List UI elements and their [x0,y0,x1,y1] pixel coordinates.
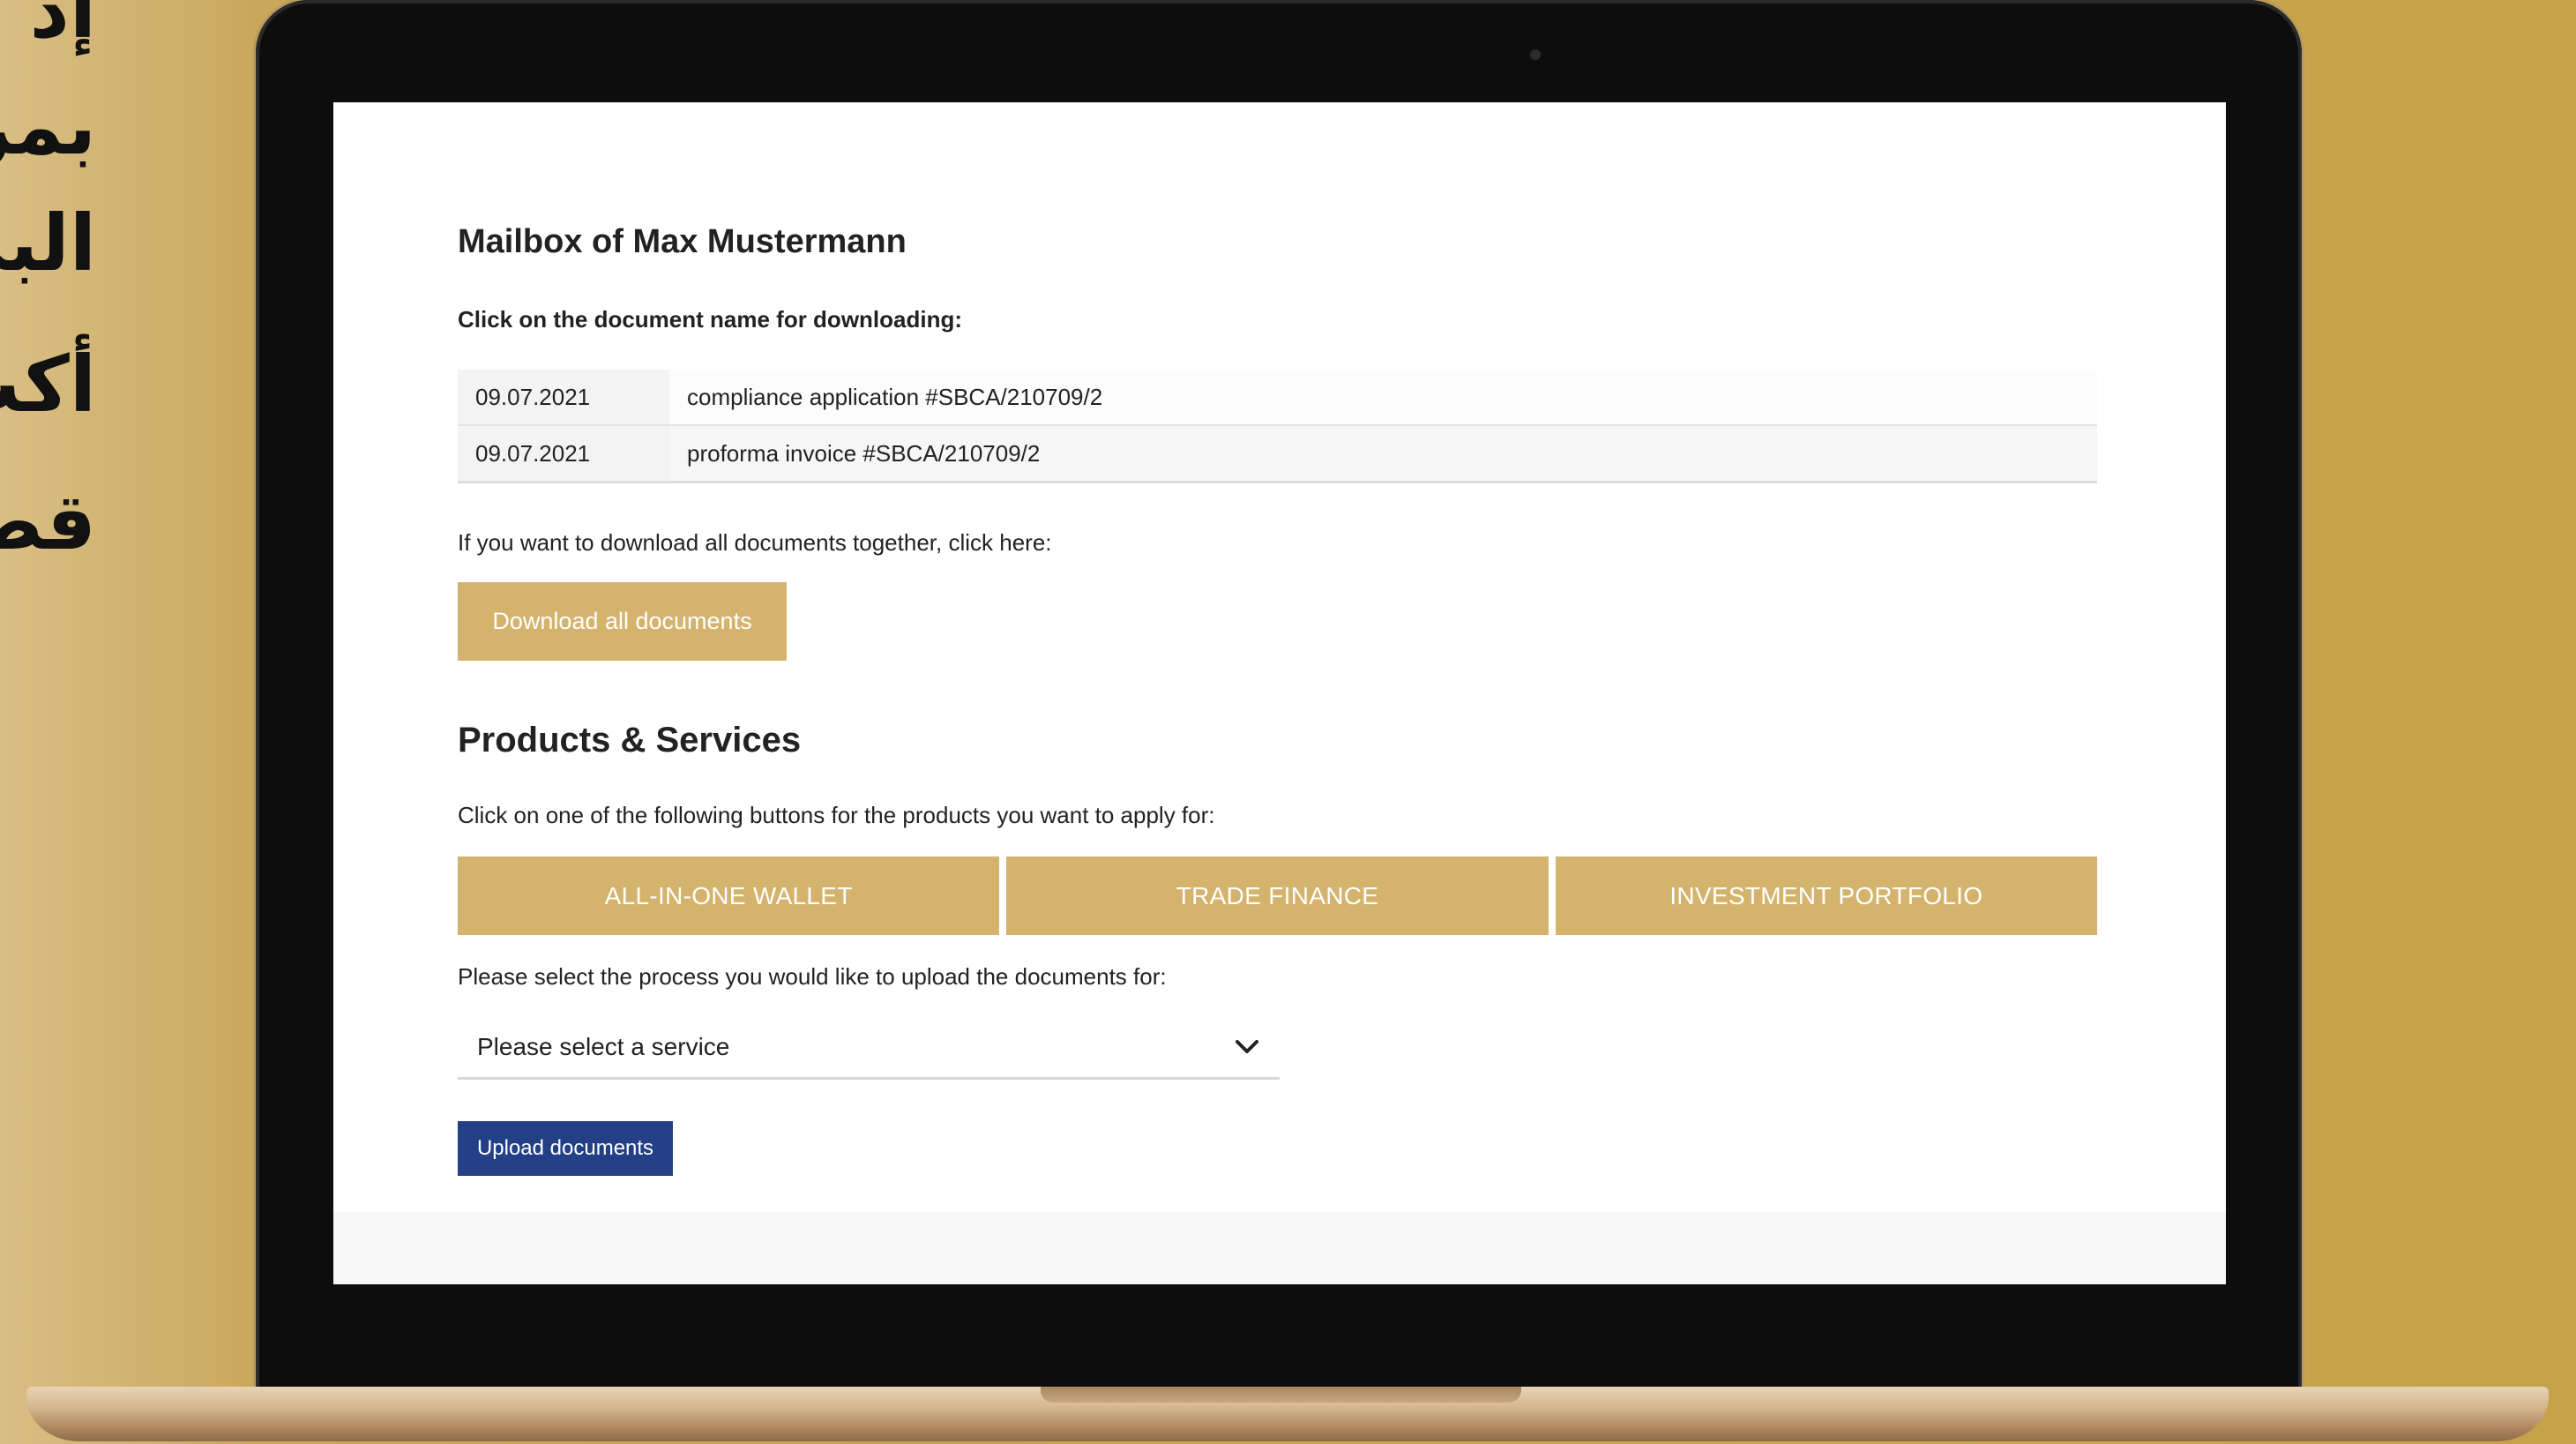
investment-portfolio-button[interactable]: INVESTMENT PORTFOLIO [1555,857,2097,935]
product-button-group: ALL-IN-ONE WALLET TRADE FINANCE INVESTME… [458,857,2097,935]
all-in-one-wallet-button[interactable]: ALL-IN-ONE WALLET [458,857,1000,935]
side-text-line-5: قص [0,476,96,567]
documents-table: 09.07.2021 compliance application #SBCA/… [458,370,2097,483]
side-text-line-3: البن [0,198,96,288]
download-instruction: Click on the document name for downloadi… [458,306,963,333]
download-all-button[interactable]: Download all documents [458,582,787,661]
chevron-down-icon [1236,1039,1258,1053]
upload-instruction: Please select the process you would like… [458,963,1167,990]
laptop-hinge-notch [1041,1387,1521,1403]
side-marketing-text: إد بمر البن أكث قص [0,0,132,617]
camera-icon [1530,49,1541,60]
side-text-line-2: بمر [0,81,96,172]
products-title: Products & Services [458,721,802,759]
document-date: 09.07.2021 [458,370,669,424]
page-footer [333,1212,2226,1284]
service-select-value: Please select a service [477,1032,730,1060]
laptop-screen: Mailbox of Max Mustermann Click on the d… [333,102,2226,1284]
service-select[interactable]: Please select a service [458,1016,1280,1080]
mailbox-title: Mailbox of Max Mustermann [458,223,907,260]
document-row[interactable]: 09.07.2021 proforma invoice #SBCA/210709… [458,426,2097,483]
document-link[interactable]: proforma invoice #SBCA/210709/2 [669,440,1040,468]
side-text-line-1: إد [29,0,96,56]
download-all-instruction: If you want to download all documents to… [458,529,1052,556]
upload-documents-button[interactable]: Upload documents [458,1121,673,1176]
trade-finance-button[interactable]: TRADE FINANCE [1006,857,1549,935]
products-instruction: Click on one of the following buttons fo… [458,802,1215,828]
document-date: 09.07.2021 [458,426,669,481]
side-text-line-4: أكث [0,339,96,430]
document-row[interactable]: 09.07.2021 compliance application #SBCA/… [458,370,2097,426]
document-link[interactable]: compliance application #SBCA/210709/2 [669,384,1102,411]
